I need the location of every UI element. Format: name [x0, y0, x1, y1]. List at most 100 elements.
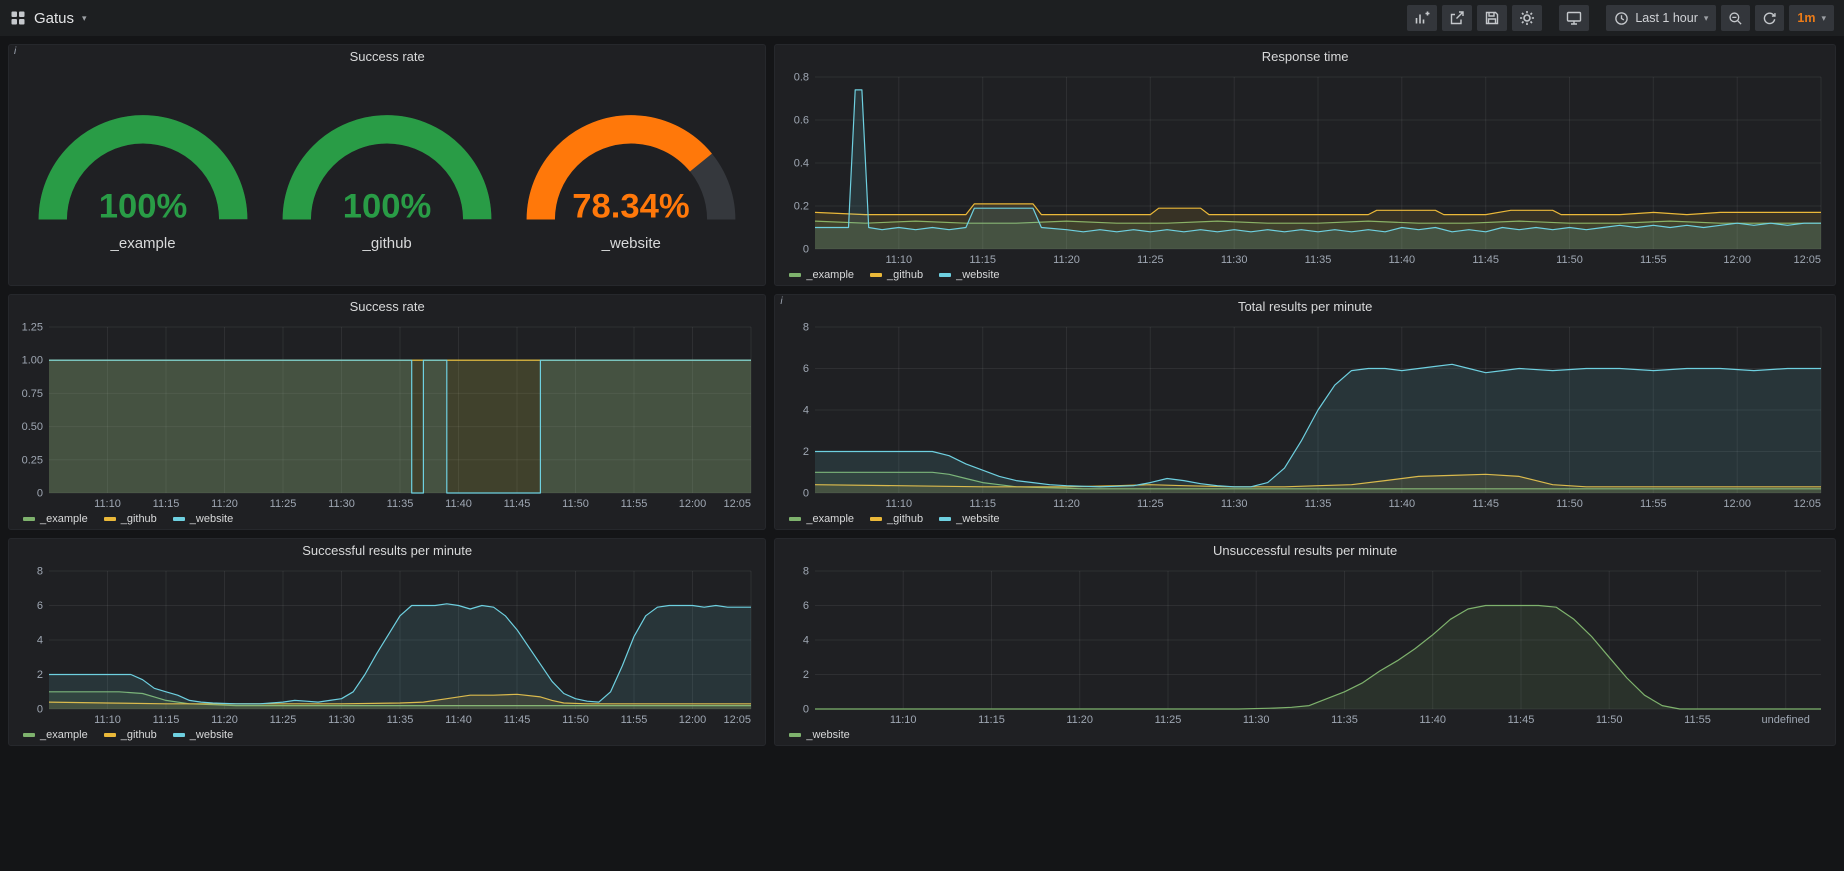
- svg-text:6: 6: [803, 363, 809, 375]
- svg-text:11:35: 11:35: [387, 498, 414, 510]
- legend-item-_website[interactable]: _website: [173, 729, 233, 741]
- svg-text:11:30: 11:30: [328, 498, 355, 510]
- chart-legend: _example _github _website: [775, 267, 1835, 285]
- svg-text:11:45: 11:45: [1508, 714, 1535, 726]
- chart-svg: 0246811:1011:1511:2011:2511:3011:3511:40…: [779, 563, 1831, 727]
- legend-item-_website[interactable]: _website: [173, 513, 233, 525]
- legend-label: _github: [121, 513, 157, 525]
- legend-item-_website[interactable]: _website: [789, 729, 849, 741]
- svg-text:11:55: 11:55: [621, 498, 648, 510]
- add-panel-icon: [1414, 10, 1430, 26]
- svg-text:0.75: 0.75: [22, 388, 43, 400]
- time-range-button[interactable]: Last 1 hour ▾: [1606, 5, 1716, 31]
- chart-legend: _example _github _website: [9, 727, 765, 745]
- svg-text:11:45: 11:45: [504, 714, 531, 726]
- legend-label: _website: [956, 513, 999, 525]
- legend-swatch: [870, 517, 882, 521]
- svg-text:11:45: 11:45: [1473, 254, 1500, 266]
- svg-text:11:55: 11:55: [1684, 714, 1711, 726]
- legend-item-_website[interactable]: _website: [939, 513, 999, 525]
- gauge-svg: 78.34%: [515, 102, 747, 230]
- unsuccessful-results-chart[interactable]: 0246811:1011:1511:2011:2511:3011:3511:40…: [779, 563, 1831, 727]
- svg-text:100%: 100%: [343, 187, 432, 225]
- svg-text:2: 2: [803, 669, 809, 681]
- dashboard-title[interactable]: Gatus: [34, 10, 74, 27]
- svg-text:11:55: 11:55: [1640, 498, 1667, 510]
- gauge-github: 100% _github: [271, 102, 503, 252]
- svg-text:11:15: 11:15: [970, 498, 997, 510]
- svg-text:11:35: 11:35: [1305, 254, 1332, 266]
- svg-text:11:40: 11:40: [445, 714, 472, 726]
- panel-response-time: Response time 00.20.40.60.811:1011:1511:…: [774, 44, 1836, 286]
- panel-unsuccessful-results: Unsuccessful results per minute 0246811:…: [774, 538, 1836, 746]
- svg-text:11:20: 11:20: [1053, 254, 1080, 266]
- panel-title[interactable]: Success rate: [9, 295, 765, 319]
- refresh-button[interactable]: [1755, 5, 1784, 31]
- tv-mode-button[interactable]: [1559, 5, 1589, 31]
- svg-text:11:15: 11:15: [153, 714, 180, 726]
- panel-info-icon[interactable]: i: [14, 46, 16, 57]
- total-results-chart[interactable]: 0246811:1011:1511:2011:2511:3011:3511:40…: [779, 319, 1831, 511]
- legend-item-_website[interactable]: _website: [939, 269, 999, 281]
- share-button[interactable]: [1442, 5, 1472, 31]
- panel-title[interactable]: Unsuccessful results per minute: [775, 539, 1835, 563]
- svg-text:11:10: 11:10: [94, 714, 121, 726]
- panel-title[interactable]: Success rate: [9, 45, 765, 69]
- zoom-out-icon: [1728, 11, 1743, 26]
- svg-text:4: 4: [803, 635, 809, 647]
- legend-item-_example[interactable]: _example: [23, 729, 88, 741]
- panel-title[interactable]: Successful results per minute: [9, 539, 765, 563]
- panel-success-rate-gauges: i Success rate 100% _example 100% _githu…: [8, 44, 766, 286]
- svg-text:11:40: 11:40: [1420, 714, 1447, 726]
- svg-text:11:40: 11:40: [1389, 498, 1416, 510]
- svg-text:undefined: undefined: [1762, 714, 1810, 726]
- svg-text:4: 4: [803, 405, 809, 417]
- zoom-out-button[interactable]: [1721, 5, 1750, 31]
- legend-label: _github: [121, 729, 157, 741]
- legend-swatch: [939, 273, 951, 277]
- svg-text:0.50: 0.50: [22, 421, 43, 433]
- chart-svg: 0246811:1011:1511:2011:2511:3011:3511:40…: [779, 319, 1831, 511]
- legend-label: _example: [40, 513, 88, 525]
- svg-text:100%: 100%: [99, 187, 188, 225]
- interval-dropdown[interactable]: 1m ▾: [1789, 5, 1834, 31]
- panel-title[interactable]: Response time: [775, 45, 1835, 69]
- legend-label: _website: [956, 269, 999, 281]
- legend-item-_github[interactable]: _github: [104, 729, 157, 741]
- svg-text:0.4: 0.4: [794, 158, 809, 170]
- successful-results-chart[interactable]: 0246811:1011:1511:2011:2511:3011:3511:40…: [13, 563, 761, 727]
- response-time-chart[interactable]: 00.20.40.60.811:1011:1511:2011:2511:3011…: [779, 69, 1831, 267]
- caret-down-icon: ▾: [82, 13, 87, 24]
- svg-text:8: 8: [803, 566, 809, 578]
- svg-text:8: 8: [37, 566, 43, 578]
- legend-label: _website: [190, 729, 233, 741]
- legend-item-_github[interactable]: _github: [870, 269, 923, 281]
- svg-text:2: 2: [37, 669, 43, 681]
- legend-swatch: [870, 273, 882, 277]
- svg-text:12:05: 12:05: [723, 714, 751, 726]
- add-panel-button[interactable]: [1407, 5, 1437, 31]
- settings-button[interactable]: [1512, 5, 1542, 31]
- svg-text:1.25: 1.25: [22, 322, 43, 334]
- legend-label: _example: [40, 729, 88, 741]
- time-range-label: Last 1 hour: [1635, 11, 1698, 25]
- legend-item-_example[interactable]: _example: [789, 269, 854, 281]
- legend-item-_github[interactable]: _github: [870, 513, 923, 525]
- save-button[interactable]: [1477, 5, 1507, 31]
- monitor-icon: [1566, 10, 1582, 26]
- legend-item-_github[interactable]: _github: [104, 513, 157, 525]
- svg-text:12:00: 12:00: [679, 714, 707, 726]
- svg-text:11:10: 11:10: [886, 254, 913, 266]
- gauge-row: 100% _example 100% _github 78.34% _websi…: [9, 69, 765, 285]
- legend-item-_example[interactable]: _example: [789, 513, 854, 525]
- dashboard-grid-icon[interactable]: [10, 10, 26, 26]
- svg-text:11:25: 11:25: [1137, 254, 1164, 266]
- share-icon: [1449, 10, 1465, 26]
- gauge-svg: 100%: [271, 102, 503, 230]
- panel-info-icon[interactable]: i: [780, 296, 782, 307]
- legend-item-_example[interactable]: _example: [23, 513, 88, 525]
- legend-label: _github: [887, 513, 923, 525]
- svg-text:11:25: 11:25: [270, 498, 297, 510]
- success-rate-chart[interactable]: 00.250.500.751.001.2511:1011:1511:2011:2…: [13, 319, 761, 511]
- panel-title[interactable]: Total results per minute: [775, 295, 1835, 319]
